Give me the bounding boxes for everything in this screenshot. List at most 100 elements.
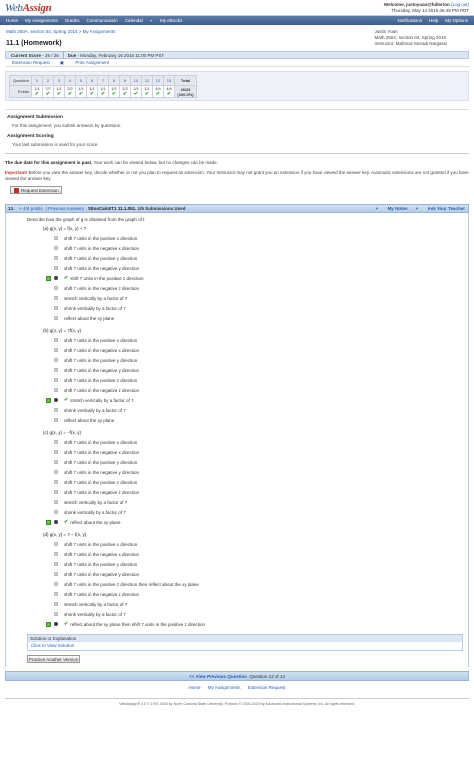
- answer-option[interactable]: shift 7 units in the negative z directio…: [27, 283, 468, 293]
- answer-option[interactable]: shift 7 units in the negative x directio…: [27, 549, 468, 559]
- radio-button[interactable]: [54, 470, 58, 474]
- answer-option[interactable]: shrink vertically by a factor of 7: [27, 303, 468, 313]
- answer-option[interactable]: ✔ stretch vertically by a factor of 7: [27, 395, 468, 405]
- radio-button[interactable]: [54, 246, 58, 250]
- radio-button[interactable]: [54, 398, 58, 402]
- answer-option[interactable]: shrink vertically by a factor of 7: [27, 507, 468, 517]
- my-notes-link[interactable]: + My Notes: [376, 206, 408, 211]
- radio-button[interactable]: [54, 450, 58, 454]
- radio-button[interactable]: [54, 266, 58, 270]
- logout-link[interactable]: .(Log out): [450, 2, 469, 7]
- view-previous-question-link[interactable]: << View Previous Question: [189, 674, 247, 679]
- radio-button[interactable]: [54, 562, 58, 566]
- answer-option[interactable]: shift 7 units in the positive z directio…: [27, 477, 468, 487]
- answer-option[interactable]: shift 7 units in the negative y directio…: [27, 569, 468, 579]
- radio-button[interactable]: [54, 572, 58, 576]
- answer-option[interactable]: ✔ shift 7 units in the positive z directi…: [27, 273, 468, 283]
- answer-option[interactable]: shift 7 units in the negative y directio…: [27, 263, 468, 273]
- request-extension-button[interactable]: Request Extension: [10, 186, 62, 194]
- answer-option[interactable]: shift 7 units in the negative x directio…: [27, 243, 468, 253]
- grid-question[interactable]: 11: [141, 75, 153, 86]
- grid-question[interactable]: 10: [130, 75, 142, 86]
- radio-button[interactable]: [54, 582, 58, 586]
- answer-option[interactable]: shift 7 units in the positive x directio…: [27, 539, 468, 549]
- grid-question[interactable]: 13: [163, 75, 175, 86]
- radio-button[interactable]: [54, 612, 58, 616]
- grid-question[interactable]: 7: [97, 75, 109, 86]
- radio-button[interactable]: [54, 256, 58, 260]
- answer-option[interactable]: shift 7 units in the negative y directio…: [27, 365, 468, 375]
- answer-option[interactable]: shift 7 units in the negative y directio…: [27, 467, 468, 477]
- grid-question[interactable]: 6: [86, 75, 98, 86]
- webassign-logo[interactable]: WebAssign: [5, 2, 52, 14]
- answer-option[interactable]: shrink vertically by a factor of 7: [27, 609, 468, 619]
- answer-option[interactable]: shift 7 units in the positive z directio…: [27, 375, 468, 385]
- answer-option[interactable]: shift 7 units in the negative z directio…: [27, 385, 468, 395]
- answer-option[interactable]: shift 7 units in the positive x directio…: [27, 233, 468, 243]
- answer-option[interactable]: shift 7 units in the positive y directio…: [27, 355, 468, 365]
- grid-question[interactable]: 4: [64, 75, 76, 86]
- nav-communication[interactable]: Communication: [87, 18, 118, 23]
- nav-my-ebooks[interactable]: ▪ My eBooks: [150, 18, 189, 23]
- previous-answers-link[interactable]: | Previous Answers: [46, 206, 84, 211]
- grid-question[interactable]: 12: [152, 75, 164, 86]
- footer-my-assignments-link[interactable]: My Assignments: [208, 685, 241, 690]
- radio-button[interactable]: [54, 520, 58, 524]
- radio-button[interactable]: [54, 418, 58, 422]
- nav-home[interactable]: Home: [6, 18, 18, 23]
- nav-notifications[interactable]: Notifications: [397, 18, 422, 23]
- answer-option[interactable]: shift 7 units in the positive y directio…: [27, 457, 468, 467]
- extension-request-link[interactable]: Extension Request: [12, 60, 50, 65]
- grid-question[interactable]: 9: [119, 75, 131, 86]
- grid-question[interactable]: 1: [31, 75, 43, 86]
- radio-button[interactable]: [54, 602, 58, 606]
- points-link[interactable]: + 4/4 points: [19, 206, 42, 211]
- radio-button[interactable]: [54, 306, 58, 310]
- answer-option[interactable]: reflect about the xy plane: [27, 415, 468, 425]
- answer-option[interactable]: stretch vertically by a factor of 7: [27, 497, 468, 507]
- answer-option[interactable]: shift 7 units in the positive x directio…: [27, 437, 468, 447]
- radio-button[interactable]: [54, 592, 58, 596]
- radio-button[interactable]: [54, 500, 58, 504]
- answer-option[interactable]: stretch vertically by a factor of 7: [27, 293, 468, 303]
- nav-grades[interactable]: Grades: [65, 18, 80, 23]
- practice-another-version-button[interactable]: Practice Another Version: [27, 655, 80, 663]
- radio-button[interactable]: [54, 338, 58, 342]
- answer-option[interactable]: reflect about the xy plane: [27, 313, 468, 323]
- radio-button[interactable]: [54, 286, 58, 290]
- answer-option[interactable]: shift 7 units in the positive y directio…: [27, 559, 468, 569]
- footer-extension-request-link[interactable]: Extension Request: [248, 685, 286, 690]
- radio-button[interactable]: [54, 480, 58, 484]
- nav-my-assignments[interactable]: My Assignments: [25, 18, 58, 23]
- answer-option[interactable]: shrink vertically by a factor of 7: [27, 405, 468, 415]
- nav-my-options[interactable]: My Options: [445, 18, 468, 23]
- grid-question[interactable]: 5: [75, 75, 87, 86]
- answer-option[interactable]: ✔ reflect about the xy plane: [27, 517, 468, 527]
- ask-teacher-link[interactable]: + Ask Your Teacher: [416, 206, 465, 211]
- grid-question[interactable]: 8: [108, 75, 120, 86]
- radio-button[interactable]: [54, 236, 58, 240]
- grid-question[interactable]: 3: [53, 75, 65, 86]
- answer-option[interactable]: shift 7 units in the negative x directio…: [27, 345, 468, 355]
- nav-calendar[interactable]: Calendar: [125, 18, 143, 23]
- radio-button[interactable]: [54, 388, 58, 392]
- radio-button[interactable]: [54, 510, 58, 514]
- radio-button[interactable]: [54, 276, 58, 280]
- radio-button[interactable]: [54, 296, 58, 300]
- radio-button[interactable]: [54, 440, 58, 444]
- answer-option[interactable]: shift 7 units in the negative x directio…: [27, 447, 468, 457]
- grid-question[interactable]: 2: [42, 75, 54, 86]
- radio-button[interactable]: [54, 490, 58, 494]
- answer-option[interactable]: shift 7 units in the positive z directio…: [27, 579, 468, 589]
- view-solution-link[interactable]: Click to View Solution: [28, 642, 462, 650]
- radio-button[interactable]: [54, 368, 58, 372]
- radio-button[interactable]: [54, 460, 58, 464]
- radio-button[interactable]: [54, 622, 58, 626]
- answer-option[interactable]: shift 7 units in the negative z directio…: [27, 487, 468, 497]
- radio-button[interactable]: [54, 552, 58, 556]
- answer-option[interactable]: shift 7 units in the positive y directio…: [27, 253, 468, 263]
- nav-help[interactable]: Help: [429, 18, 438, 23]
- radio-button[interactable]: [54, 378, 58, 382]
- radio-button[interactable]: [54, 542, 58, 546]
- radio-button[interactable]: [54, 348, 58, 352]
